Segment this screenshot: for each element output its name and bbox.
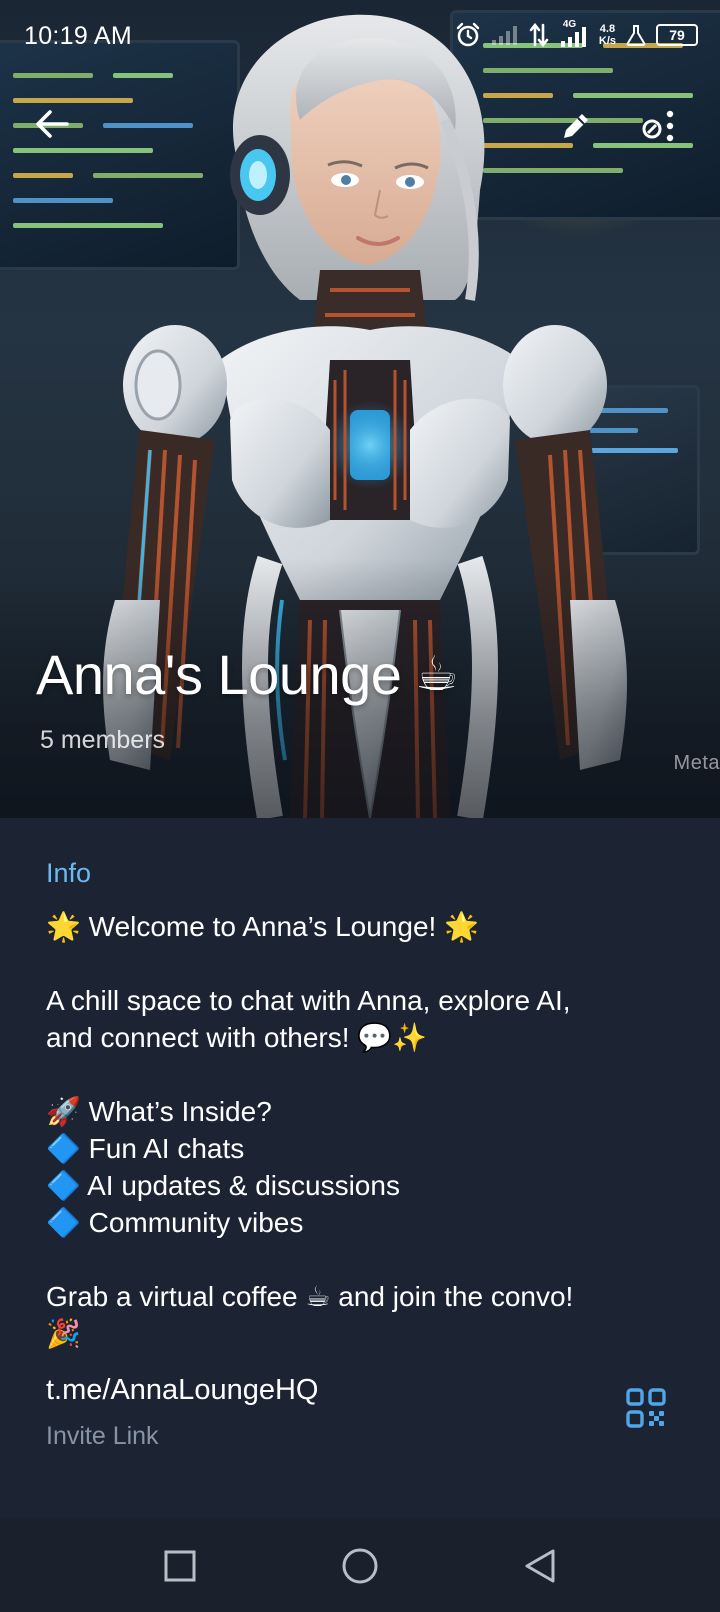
qr-code-button[interactable]: [626, 1388, 670, 1432]
triangle-back-icon: [525, 1549, 555, 1583]
alarm-icon: [455, 22, 481, 48]
pencil-icon: [564, 114, 588, 138]
status-icons: 4G 4.8 K/s 79: [455, 19, 698, 50]
description-closing-line1: Grab a virtual coffee ☕ and join the con…: [46, 1281, 574, 1312]
description-intro-line2: and connect with others! 💬✨: [46, 1022, 428, 1053]
group-avatar-banner[interactable]: 10:19 AM 4G 4.8 K/s 79 Anna's Lounge ☕ 5…: [0, 0, 720, 818]
signal-icon: [491, 24, 519, 46]
description-bullet: 🔷 Fun AI chats: [46, 1133, 245, 1164]
description-inside-title: 🚀 What’s Inside?: [46, 1096, 272, 1127]
info-section: Info 🌟 Welcome to Anna’s Lounge! 🌟 A chi…: [0, 818, 720, 1518]
arrow-left-icon: [36, 110, 69, 138]
system-back-button[interactable]: [512, 1540, 568, 1592]
signal-4g-icon: 4G: [559, 19, 589, 49]
circle-icon: [342, 1548, 378, 1584]
description-intro-line1: A chill space to chat with Anna, explore…: [46, 985, 571, 1016]
invite-link-label: Invite Link: [46, 1422, 159, 1450]
edit-button[interactable]: [548, 98, 604, 154]
group-title-text: Anna's Lounge: [36, 643, 402, 706]
square-icon: [164, 1550, 196, 1582]
battery-level: 79: [669, 27, 685, 43]
description-closing-line2: 🎉: [46, 1318, 81, 1349]
home-button[interactable]: [332, 1540, 388, 1592]
description-bullet: 🔷 Community vibes: [46, 1207, 304, 1238]
battery-icon: 79: [656, 24, 698, 46]
network-speed: 4.8 K/s: [599, 23, 616, 47]
network-speed-unit: K/s: [598, 35, 616, 47]
lab-icon: [626, 24, 646, 46]
recents-button[interactable]: [152, 1540, 208, 1592]
image-watermark: Meta: [673, 752, 720, 774]
more-vertical-icon: [642, 110, 674, 142]
status-bar: 10:19 AM 4G 4.8 K/s 79: [0, 0, 720, 74]
coffee-emoji: ☕: [415, 647, 458, 701]
data-arrows-icon: [529, 23, 549, 47]
system-navigation-bar: [0, 1518, 720, 1612]
qr-code-icon: [626, 1388, 666, 1428]
info-heading: Info: [46, 858, 92, 888]
network-speed-value: 4.8: [599, 23, 616, 35]
group-description: 🌟 Welcome to Anna’s Lounge! 🌟 A chill sp…: [46, 908, 696, 1352]
group-title: Anna's Lounge ☕: [36, 642, 458, 707]
invite-link[interactable]: t.me/AnnaLoungeHQ: [46, 1374, 318, 1407]
more-options-button[interactable]: [632, 98, 688, 154]
description-welcome: 🌟 Welcome to Anna’s Lounge! 🌟: [46, 911, 479, 942]
member-count[interactable]: 5 members: [40, 726, 165, 755]
description-bullet: 🔷 AI updates & discussions: [46, 1170, 400, 1201]
status-time: 10:19 AM: [24, 22, 133, 50]
back-button[interactable]: [24, 96, 80, 152]
